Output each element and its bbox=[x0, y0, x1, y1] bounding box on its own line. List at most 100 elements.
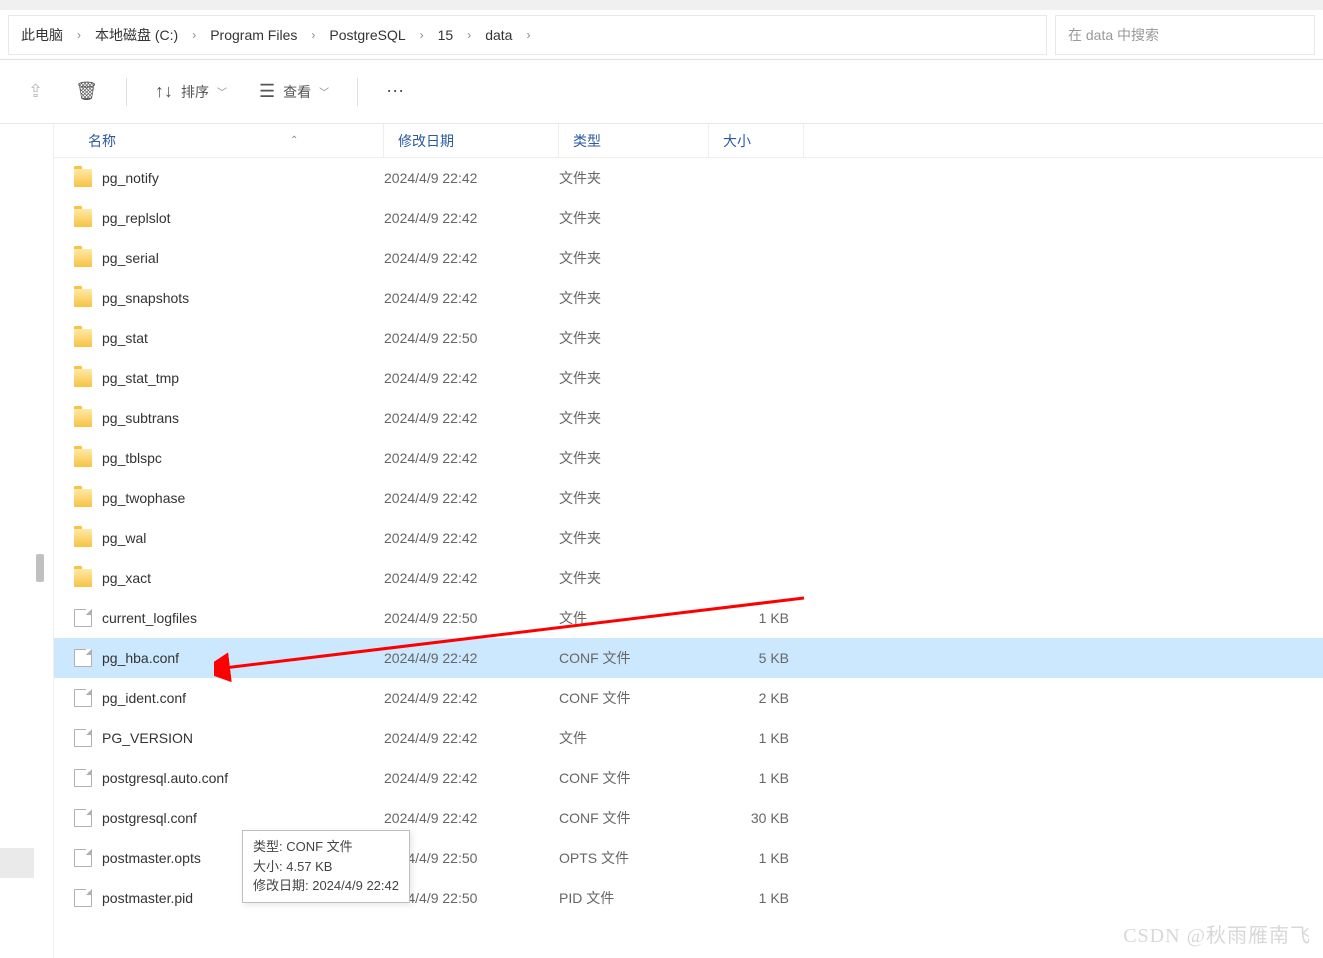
tooltip-size: 大小: 4.57 KB bbox=[253, 857, 399, 877]
chevron-right-icon[interactable]: › bbox=[305, 28, 321, 42]
delete-button[interactable]: 🗑 bbox=[71, 75, 102, 108]
breadcrumb-item[interactable]: 本地磁盘 (C:)› bbox=[87, 16, 202, 54]
chevron-right-icon[interactable]: › bbox=[461, 28, 477, 42]
file-date: 2024/4/9 22:42 bbox=[384, 810, 559, 826]
file-size: 1 KB bbox=[709, 770, 799, 786]
file-type: 文件夹 bbox=[559, 568, 709, 588]
table-row[interactable]: pg_snapshots2024/4/9 22:42文件夹 bbox=[54, 278, 1323, 318]
file-type: 文件 bbox=[559, 728, 709, 748]
folder-icon bbox=[74, 329, 92, 347]
chevron-right-icon[interactable]: › bbox=[520, 28, 536, 42]
table-row[interactable]: pg_ident.conf2024/4/9 22:42CONF 文件2 KB bbox=[54, 678, 1323, 718]
sort-arrow-icon: ⌃ bbox=[290, 135, 298, 146]
view-button[interactable]: ☰查看﹀ bbox=[255, 75, 333, 108]
nav-selection bbox=[0, 848, 34, 878]
file-size: 1 KB bbox=[709, 610, 799, 626]
table-row[interactable]: pg_xact2024/4/9 22:42文件夹 bbox=[54, 558, 1323, 598]
breadcrumb-item[interactable]: 15› bbox=[430, 16, 478, 54]
breadcrumb-label[interactable]: data bbox=[477, 27, 520, 43]
file-date: 2024/4/9 22:42 bbox=[384, 410, 559, 426]
breadcrumb-item[interactable]: data› bbox=[477, 16, 536, 54]
table-row[interactable]: PG_VERSION2024/4/9 22:42文件1 KB bbox=[54, 718, 1323, 758]
column-size[interactable]: 大小 bbox=[709, 124, 804, 157]
file-name: pg_tblspc bbox=[102, 450, 384, 466]
chevron-down-icon: ﹀ bbox=[217, 84, 227, 99]
file-type: 文件夹 bbox=[559, 528, 709, 548]
nav-panel[interactable] bbox=[0, 124, 54, 958]
file-name: pg_xact bbox=[102, 570, 384, 586]
file-icon bbox=[74, 689, 92, 707]
table-row[interactable]: pg_wal2024/4/9 22:42文件夹 bbox=[54, 518, 1323, 558]
breadcrumb-item[interactable]: Program Files› bbox=[202, 16, 321, 54]
file-name: pg_serial bbox=[102, 250, 384, 266]
table-row[interactable]: postgresql.auto.conf2024/4/9 22:42CONF 文… bbox=[54, 758, 1323, 798]
file-size: 1 KB bbox=[709, 850, 799, 866]
table-row[interactable]: pg_stat_tmp2024/4/9 22:42文件夹 bbox=[54, 358, 1323, 398]
column-name[interactable]: 名称⌃ bbox=[74, 124, 384, 157]
table-row[interactable]: pg_tblspc2024/4/9 22:42文件夹 bbox=[54, 438, 1323, 478]
file-date: 2024/4/9 22:42 bbox=[384, 450, 559, 466]
file-name: pg_subtrans bbox=[102, 410, 384, 426]
breadcrumb-label[interactable]: 15 bbox=[430, 27, 462, 43]
trash-icon: 🗑 bbox=[75, 81, 98, 102]
view-icon: ☰ bbox=[259, 81, 275, 102]
file-type: PID 文件 bbox=[559, 888, 709, 908]
file-icon bbox=[74, 889, 92, 907]
folder-icon bbox=[74, 169, 92, 187]
sort-label: 排序 bbox=[181, 82, 209, 102]
folder-icon bbox=[74, 489, 92, 507]
breadcrumb[interactable]: 此电脑› 本地磁盘 (C:)› Program Files› PostgreSQ… bbox=[8, 15, 1047, 55]
breadcrumb-label[interactable]: 本地磁盘 (C:) bbox=[87, 25, 186, 45]
chevron-right-icon[interactable]: › bbox=[186, 28, 202, 42]
file-type: 文件夹 bbox=[559, 168, 709, 188]
file-name: postgresql.conf bbox=[102, 810, 384, 826]
chevron-right-icon[interactable]: › bbox=[71, 28, 87, 42]
breadcrumb-label[interactable]: Program Files bbox=[202, 27, 305, 43]
table-row[interactable]: pg_notify2024/4/9 22:42文件夹 bbox=[54, 158, 1323, 198]
table-row[interactable]: pg_serial2024/4/9 22:42文件夹 bbox=[54, 238, 1323, 278]
column-modified[interactable]: 修改日期 bbox=[384, 124, 559, 157]
file-date: 2024/4/9 22:42 bbox=[384, 570, 559, 586]
table-row[interactable]: pg_stat2024/4/9 22:50文件夹 bbox=[54, 318, 1323, 358]
breadcrumb-label[interactable]: PostgreSQL bbox=[321, 27, 413, 43]
table-row[interactable]: current_logfiles2024/4/9 22:50文件1 KB bbox=[54, 598, 1323, 638]
breadcrumb-item[interactable]: 此电脑› bbox=[13, 16, 87, 54]
file-size: 2 KB bbox=[709, 690, 799, 706]
file-name: pg_hba.conf bbox=[102, 650, 384, 666]
tooltip-type: 类型: CONF 文件 bbox=[253, 837, 399, 857]
file-date: 2024/4/9 22:50 bbox=[384, 610, 559, 626]
file-date: 2024/4/9 22:50 bbox=[384, 330, 559, 346]
table-row[interactable]: pg_twophase2024/4/9 22:42文件夹 bbox=[54, 478, 1323, 518]
file-icon bbox=[74, 769, 92, 787]
file-size: 30 KB bbox=[709, 810, 799, 826]
more-button[interactable]: ⋯ bbox=[382, 75, 408, 108]
more-icon: ⋯ bbox=[386, 81, 404, 102]
sort-button[interactable]: ↑↓排序﹀ bbox=[151, 75, 231, 108]
toolbar: ⇪ 🗑 ↑↓排序﹀ ☰查看﹀ ⋯ bbox=[0, 60, 1323, 124]
file-type: CONF 文件 bbox=[559, 688, 709, 708]
file-name: pg_wal bbox=[102, 530, 384, 546]
file-date: 2024/4/9 22:42 bbox=[384, 250, 559, 266]
breadcrumb-item[interactable]: PostgreSQL› bbox=[321, 16, 429, 54]
table-row[interactable]: pg_hba.conf2024/4/9 22:42CONF 文件5 KB bbox=[54, 638, 1323, 678]
file-name: PG_VERSION bbox=[102, 730, 384, 746]
column-type[interactable]: 类型 bbox=[559, 124, 709, 157]
file-date: 2024/4/9 22:42 bbox=[384, 650, 559, 666]
folder-icon bbox=[74, 409, 92, 427]
file-name: pg_replslot bbox=[102, 210, 384, 226]
table-row[interactable]: pg_subtrans2024/4/9 22:42文件夹 bbox=[54, 398, 1323, 438]
breadcrumb-label[interactable]: 此电脑 bbox=[13, 25, 71, 45]
file-date: 2024/4/9 22:42 bbox=[384, 170, 559, 186]
search-input[interactable]: 在 data 中搜索 bbox=[1055, 15, 1315, 55]
folder-icon bbox=[74, 369, 92, 387]
file-name: postgresql.auto.conf bbox=[102, 770, 384, 786]
file-icon bbox=[74, 609, 92, 627]
folder-icon bbox=[74, 449, 92, 467]
chevron-right-icon[interactable]: › bbox=[414, 28, 430, 42]
scrollbar-thumb[interactable] bbox=[36, 554, 44, 582]
file-icon bbox=[74, 809, 92, 827]
file-type: CONF 文件 bbox=[559, 768, 709, 788]
table-row[interactable]: pg_replslot2024/4/9 22:42文件夹 bbox=[54, 198, 1323, 238]
file-name: pg_ident.conf bbox=[102, 690, 384, 706]
folder-icon bbox=[74, 209, 92, 227]
